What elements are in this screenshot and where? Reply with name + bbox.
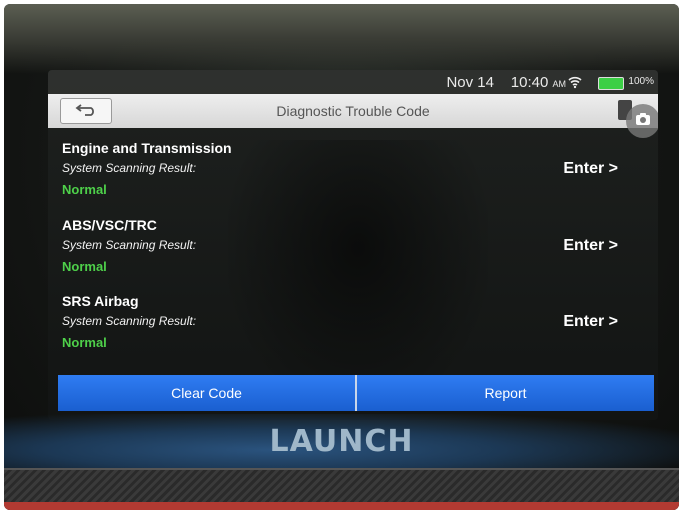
battery-level: 100% [628,76,654,87]
system-item-engine-transmission: Engine and Transmission System Scanning … [48,128,658,202]
status-time: 10:40 AM [511,74,566,91]
system-status: Normal [62,259,107,274]
page-title: Diagnostic Trouble Code [276,103,430,119]
system-item-srs-airbag: SRS Airbag System Scanning Result: Norma… [48,281,658,355]
battery-icon [598,77,624,90]
system-result-label: System Scanning Result: [62,314,197,328]
system-result-label: System Scanning Result: [62,161,197,175]
system-name: SRS Airbag [62,293,139,309]
status-bar: Nov 14 10:40 AM 100% [48,70,658,94]
title-bar: Diagnostic Trouble Code [48,94,658,138]
clear-code-button[interactable]: Clear Code [58,375,355,411]
system-status: Normal [62,335,107,350]
device-screen: Nov 14 10:40 AM 100% Diagnostic Trouble … [48,70,658,420]
reflection-top [4,4,679,74]
wifi-icon [568,75,582,89]
system-item-abs-vsc-trc: ABS/VSC/TRC System Scanning Result: Norm… [48,205,658,279]
enter-button-abs-vsc-trc[interactable]: Enter > [563,237,618,255]
status-date: Nov 14 [446,74,494,91]
footer-bar: Clear Code Report [58,375,654,411]
system-result-label: System Scanning Result: [62,238,197,252]
system-status: Normal [62,182,107,197]
system-name: ABS/VSC/TRC [62,217,157,233]
brand-logo: LAUNCH [269,424,414,459]
report-button[interactable]: Report [355,375,654,411]
status-ampm: AM [552,79,567,89]
enter-button-engine-transmission[interactable]: Enter > [563,160,618,178]
status-time-value: 10:40 [510,74,549,91]
scan-tool-device: Nov 14 10:40 AM 100% Diagnostic Trouble … [4,4,679,510]
bezel-red-strip [4,502,679,510]
enter-button-srs-airbag[interactable]: Enter > [563,313,618,331]
system-name: Engine and Transmission [62,140,232,156]
